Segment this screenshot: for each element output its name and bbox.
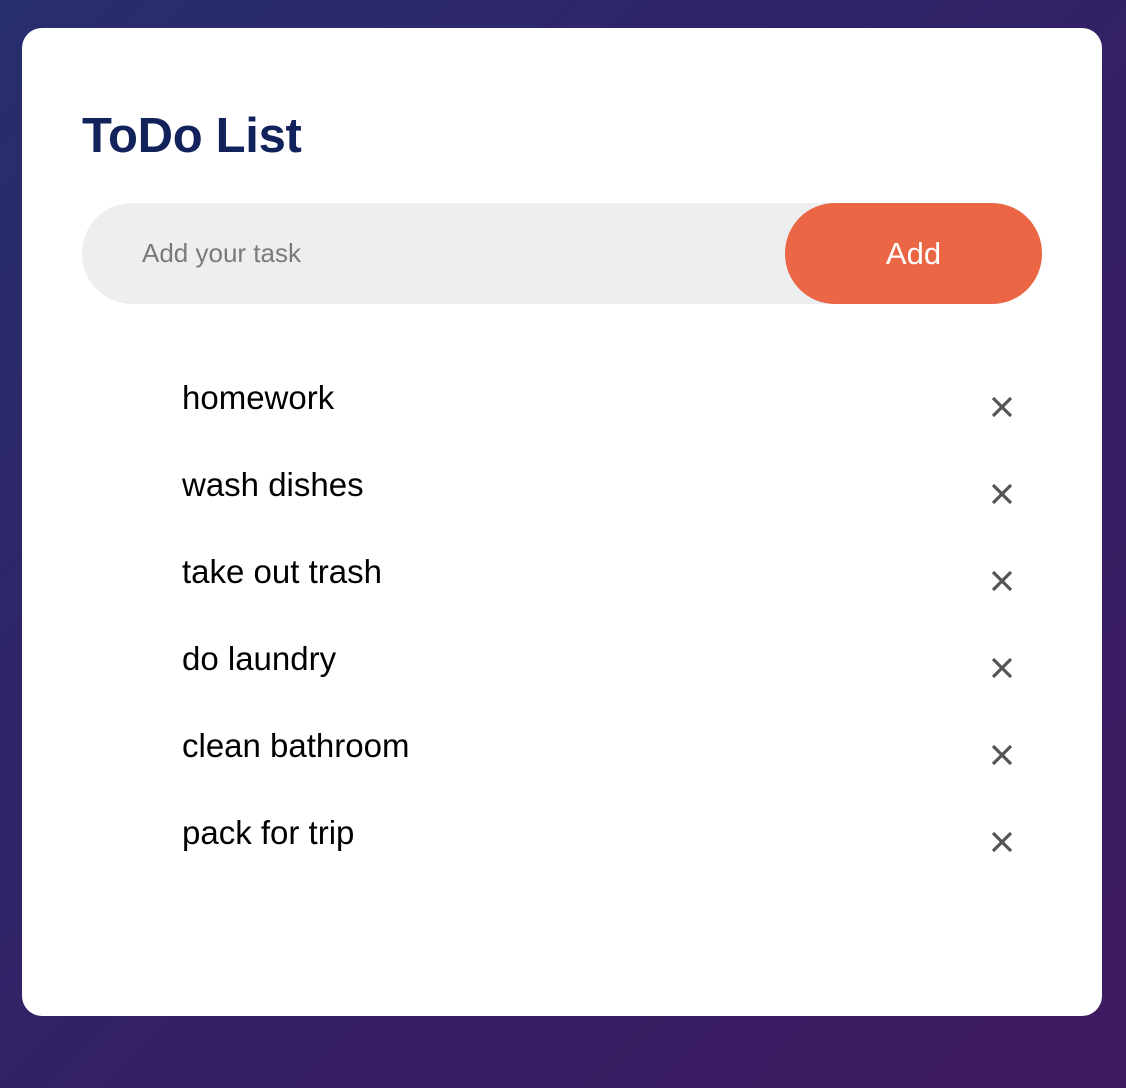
task-label[interactable]: wash dishes [182, 465, 364, 505]
close-icon[interactable] [982, 474, 1022, 514]
page-title: ToDo List [82, 109, 302, 163]
task-input[interactable] [142, 203, 762, 304]
add-button[interactable]: Add [785, 203, 1042, 304]
task-list: homework wash dishes take out trash do l… [182, 373, 1032, 895]
task-item: clean bathroom [182, 721, 1032, 808]
close-icon[interactable] [982, 648, 1022, 688]
task-label[interactable]: clean bathroom [182, 726, 409, 766]
add-task-row: Add [82, 203, 1042, 304]
task-item: pack for trip [182, 808, 1032, 895]
task-label[interactable]: do laundry [182, 639, 336, 679]
close-icon[interactable] [982, 735, 1022, 775]
close-icon[interactable] [982, 822, 1022, 862]
task-item: do laundry [182, 634, 1032, 721]
close-icon[interactable] [982, 387, 1022, 427]
task-label[interactable]: homework [182, 378, 334, 418]
todo-card: ToDo List Add homework wash dishes take … [22, 28, 1102, 1016]
task-item: homework [182, 373, 1032, 460]
task-label[interactable]: take out trash [182, 552, 382, 592]
task-item: take out trash [182, 547, 1032, 634]
task-item: wash dishes [182, 460, 1032, 547]
task-label[interactable]: pack for trip [182, 813, 354, 853]
close-icon[interactable] [982, 561, 1022, 601]
